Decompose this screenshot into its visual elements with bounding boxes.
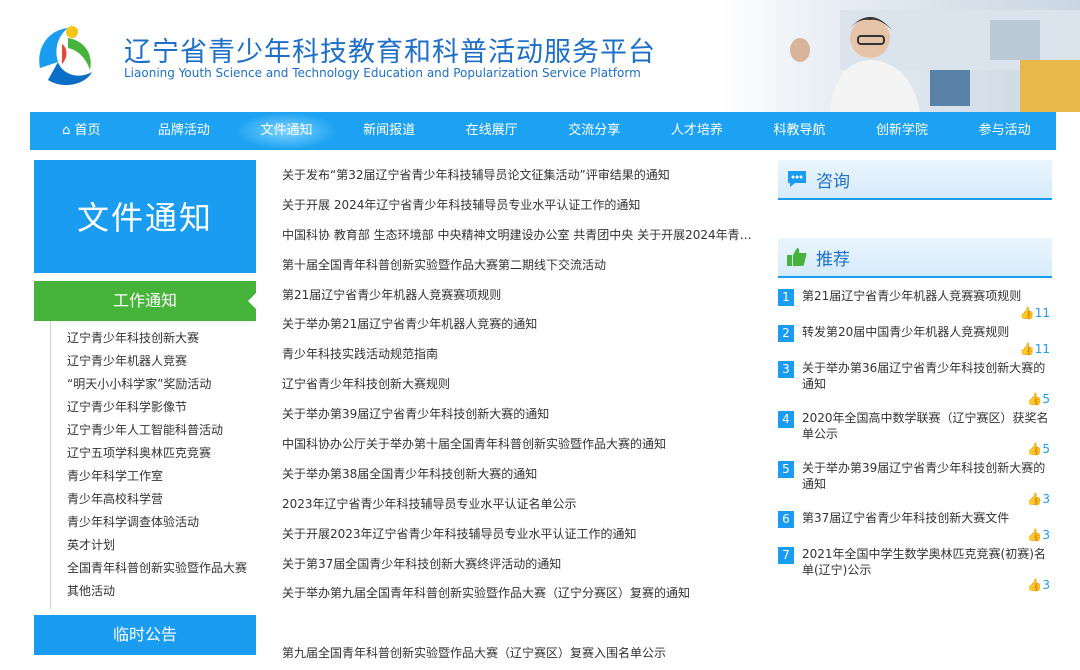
- notice-link[interactable]: 关于发布“第32届辽宁省青少年科技辅导员论文征集活动”评审结果的通知: [282, 162, 762, 192]
- list-item[interactable]: 1 第21届辽宁省青少年机器人竞赛赛项规则 👍11: [778, 288, 1052, 320]
- notice-link[interactable]: 关于第37届全国青少年科技创新大赛终评活动的通知: [282, 551, 762, 581]
- notice-link[interactable]: 辽宁省青少年科技创新大赛规则: [282, 371, 762, 401]
- sidebar-item[interactable]: 其他活动: [67, 580, 256, 603]
- like-icon: 👍: [1027, 528, 1043, 542]
- site-header: 辽宁省青少年科技教育和科普活动服务平台 Liaoning Youth Scien…: [0, 0, 1080, 112]
- sidebar-section-temporary-notices[interactable]: 临时公告: [34, 615, 256, 655]
- notice-link[interactable]: 关于举办第38届全国青少年科技创新大赛的通知: [282, 461, 762, 491]
- notice-link[interactable]: 2023年辽宁省青少年科技辅导员专业水平认证名单公示: [282, 491, 762, 521]
- notice-spacer: [282, 610, 762, 640]
- like-icon: 👍: [1027, 392, 1043, 406]
- like-count[interactable]: 👍5: [778, 442, 1052, 456]
- rank-badge: 3: [778, 361, 794, 378]
- like-count[interactable]: 👍3: [778, 578, 1052, 592]
- like-icon: 👍: [1027, 492, 1043, 506]
- sidebar-section-work-notices[interactable]: 工作通知: [34, 281, 256, 321]
- rank-badge: 4: [778, 411, 794, 428]
- notice-link[interactable]: 关于开展 2024年辽宁省青少年科技辅导员专业水平认证工作的通知: [282, 192, 762, 222]
- list-item[interactable]: 3 关于举办第36届辽宁省青少年科技创新大赛的通知 👍5: [778, 360, 1052, 406]
- list-item[interactable]: 2 转发第20届中国青少年机器人竞赛规则 👍11: [778, 324, 1052, 356]
- nav-home[interactable]: ⌂ 首页: [30, 112, 133, 150]
- thumbs-up-icon: [787, 248, 807, 266]
- sidebar-item[interactable]: 辽宁五项学科奥林匹克竞赛: [67, 442, 256, 465]
- sidebar-item[interactable]: 青少年高校科学营: [67, 488, 256, 511]
- chat-bubble-icon: [788, 171, 806, 187]
- rank-badge: 7: [778, 547, 794, 564]
- like-icon: 👍: [1019, 342, 1035, 356]
- notice-link[interactable]: 第21届辽宁省青少年机器人竞赛赛项规则: [282, 282, 762, 312]
- sidebar-item[interactable]: 青少年科学调查体验活动: [67, 511, 256, 534]
- recommend-link[interactable]: 2020年全国高中数学联赛（辽宁赛区）获奖名单公示: [802, 410, 1052, 442]
- nav-exchange[interactable]: 交流分享: [543, 112, 646, 150]
- notice-link[interactable]: 关于举办第39届辽宁省青少年科技创新大赛的通知: [282, 401, 762, 431]
- site-logo[interactable]: [28, 18, 102, 92]
- like-count[interactable]: 👍11: [778, 342, 1052, 356]
- like-icon: 👍: [1027, 442, 1043, 456]
- like-icon: 👍: [1027, 578, 1043, 592]
- sidebar-item[interactable]: 英才计划: [67, 534, 256, 557]
- recommend-link[interactable]: 关于举办第36届辽宁省青少年科技创新大赛的通知: [802, 360, 1052, 392]
- recommend-link[interactable]: 转发第20届中国青少年机器人竞赛规则: [802, 324, 1052, 342]
- notice-link[interactable]: 第十届全国青年科普创新实验暨作品大赛第二期线下交流活动: [282, 252, 762, 282]
- like-icon: 👍: [1019, 306, 1035, 320]
- list-item[interactable]: 6 第37届辽宁省青少年科技创新大赛文件 👍3: [778, 510, 1052, 542]
- notice-link[interactable]: 中国科协 教育部 生态环境部 中央精神文明建设办公室 共青团中央 关于开展202…: [282, 222, 762, 252]
- main-nav: ⌂ 首页 品牌活动 文件通知 新闻报道 在线展厅 交流分享 人才培养 科教导航 …: [30, 112, 1056, 150]
- consult-title: 咨询: [816, 171, 850, 192]
- sidebar-item[interactable]: 辽宁青少年科技创新大赛: [67, 327, 256, 350]
- recommend-list: 1 第21届辽宁省青少年机器人竞赛赛项规则 👍11 2 转发第20届中国青少年机器人…: [778, 278, 1052, 592]
- notice-link[interactable]: 第九届全国青年科普创新实验暨作品大赛（辽宁赛区）复赛入围名单公示: [282, 640, 762, 670]
- notice-link[interactable]: 关于举办第九届全国青年科普创新实验暨作品大赛（辽宁分赛区）复赛的通知: [282, 580, 762, 610]
- nav-join-activities[interactable]: 参与活动: [953, 112, 1056, 150]
- sidebar-item[interactable]: 青少年科学工作室: [67, 465, 256, 488]
- list-item[interactable]: 5 关于举办第39届辽宁省青少年科技创新大赛的通知 👍3: [778, 460, 1052, 506]
- left-sidebar: 文件通知 工作通知 辽宁青少年科技创新大赛 辽宁青少年机器人竞赛 “明天小小科学…: [34, 160, 256, 655]
- recommend-link[interactable]: 第21届辽宁省青少年机器人竞赛赛项规则: [802, 288, 1052, 306]
- rank-badge: 5: [778, 461, 794, 478]
- sidebar-item[interactable]: 全国青年科普创新实验暨作品大赛: [67, 557, 256, 580]
- recommend-link[interactable]: 关于举办第39届辽宁省青少年科技创新大赛的通知: [802, 460, 1052, 492]
- sidebar-item[interactable]: 辽宁青少年机器人竞赛: [67, 350, 256, 373]
- sidebar-list: 辽宁青少年科技创新大赛 辽宁青少年机器人竞赛 “明天小小科学家”奖励活动 辽宁青…: [50, 321, 256, 609]
- like-count[interactable]: 👍3: [778, 492, 1052, 506]
- site-title: 辽宁省青少年科技教育和科普活动服务平台: [124, 37, 656, 68]
- nav-notices[interactable]: 文件通知: [235, 112, 338, 150]
- notice-link[interactable]: 关于开展2023年辽宁省青少年科技辅导员专业水平认证工作的通知: [282, 521, 762, 551]
- rank-badge: 6: [778, 511, 794, 528]
- home-icon: ⌂: [62, 123, 75, 138]
- rank-badge: 2: [778, 325, 794, 342]
- notice-link[interactable]: 关于举办第21届辽宁省青少年机器人竞赛的通知: [282, 311, 762, 341]
- recommend-link[interactable]: 2021年全国中学生数学奥林匹克竞赛(初赛)名单(辽宁)公示: [802, 546, 1052, 578]
- sidebar-item[interactable]: “明天小小科学家”奖励活动: [67, 373, 256, 396]
- recommend-link[interactable]: 第37届辽宁省青少年科技创新大赛文件: [802, 510, 1052, 528]
- like-count[interactable]: 👍3: [778, 528, 1052, 542]
- rank-badge: 1: [778, 289, 794, 306]
- nav-news[interactable]: 新闻报道: [338, 112, 441, 150]
- nav-science-navigation[interactable]: 科教导航: [748, 112, 851, 150]
- notice-link[interactable]: 青少年科技实践活动规范指南: [282, 341, 762, 371]
- nav-brand-activities[interactable]: 品牌活动: [133, 112, 236, 150]
- nav-innovation-college[interactable]: 创新学院: [851, 112, 954, 150]
- recommend-title: 推荐: [816, 249, 850, 270]
- header-banner-photo: [720, 0, 1080, 112]
- right-sidebar: 咨询 推荐 1 第21届辽宁省青少年机器人竞赛赛项规则 👍11 2 转发第20届中国…: [778, 160, 1052, 596]
- notice-link[interactable]: 中国科协办公厅关于举办第十届全国青年科普创新实验暨作品大赛的通知: [282, 431, 762, 461]
- sidebar-item[interactable]: 辽宁青少年人工智能科普活动: [67, 419, 256, 442]
- sidebar-item[interactable]: 辽宁青少年科学影像节: [67, 396, 256, 419]
- list-item[interactable]: 7 2021年全国中学生数学奥林匹克竞赛(初赛)名单(辽宁)公示 👍3: [778, 546, 1052, 592]
- nav-online-exhibition[interactable]: 在线展厅: [440, 112, 543, 150]
- recommend-header: 推荐: [778, 238, 1052, 278]
- section-banner: 文件通知: [34, 160, 256, 273]
- site-subtitle: Liaoning Youth Science and Technology Ed…: [124, 66, 641, 80]
- like-count[interactable]: 👍5: [778, 392, 1052, 406]
- like-count[interactable]: 👍11: [778, 306, 1052, 320]
- nav-talent[interactable]: 人才培养: [646, 112, 749, 150]
- consult-header[interactable]: 咨询: [778, 160, 1052, 200]
- notice-list: 关于发布“第32届辽宁省青少年科技辅导员论文征集活动”评审结果的通知 关于开展 …: [282, 162, 762, 670]
- list-item[interactable]: 4 2020年全国高中数学联赛（辽宁赛区）获奖名单公示 👍5: [778, 410, 1052, 456]
